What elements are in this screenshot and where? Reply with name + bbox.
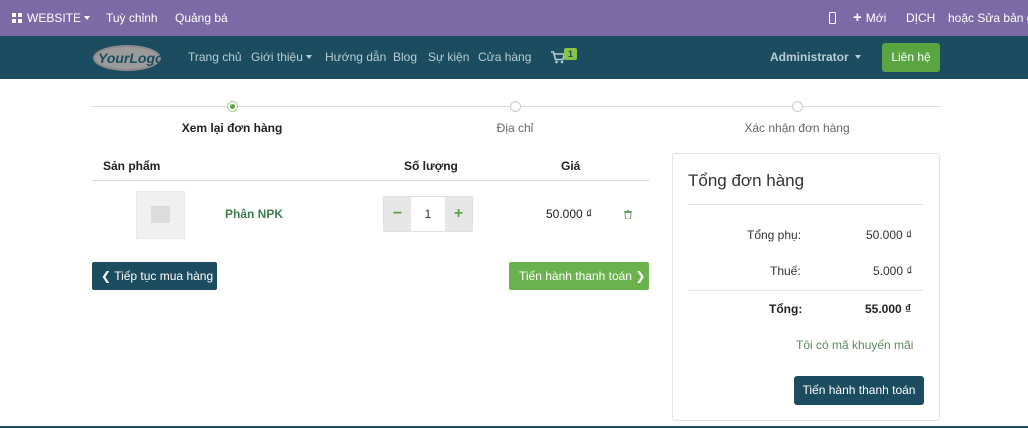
cart-count-badge: 1 [564, 48, 577, 60]
header-quantity: Số lượng [404, 159, 458, 173]
promote-menu[interactable]: Quảng bá [175, 0, 228, 36]
chevron-right-icon: ❯ [635, 269, 646, 283]
mobile-preview-button[interactable] [829, 0, 836, 36]
chevron-left-icon: ❮ [101, 269, 112, 283]
nav-home[interactable]: Trang chủ [188, 36, 242, 79]
user-name: Administrator [770, 50, 849, 64]
subtotal-value: 50.000 ₫ [866, 228, 913, 242]
quantity-input[interactable]: 1 [411, 197, 445, 231]
nav-about[interactable]: Giới thiệu [251, 36, 312, 79]
plus-icon: + [853, 9, 862, 26]
nav-about-label: Giới thiệu [251, 50, 303, 64]
tax-label: Thuế: [770, 264, 801, 278]
increase-quantity-button[interactable]: + [445, 197, 472, 231]
nav-shop[interactable]: Cửa hàng [478, 36, 531, 79]
nav-guide[interactable]: Hướng dẫn [325, 36, 386, 79]
new-button-label: Mới [865, 11, 887, 25]
summary-divider [688, 204, 923, 205]
total-divider [688, 290, 923, 291]
admin-bar: WEBSITE Tuỳ chỉnh Quảng bá + Mới DỊCH hoặ… [0, 0, 1028, 36]
translate-button[interactable]: DỊCH [906, 0, 935, 36]
caret-down-icon [84, 16, 91, 20]
logo-text: YourLogo [98, 50, 162, 66]
step-review-dot [227, 101, 238, 112]
customize-menu[interactable]: Tuỳ chỉnh [106, 0, 158, 36]
order-summary-title: Tổng đơn hàng [688, 171, 805, 190]
header-price: Giá [561, 159, 581, 173]
trash-icon[interactable] [624, 210, 632, 219]
user-menu[interactable]: Administrator [770, 36, 861, 79]
step-address-dot [510, 101, 521, 112]
new-button[interactable]: + Mới [853, 0, 886, 36]
product-thumbnail[interactable] [136, 191, 185, 239]
subtotal-label: Tổng phụ: [747, 228, 802, 242]
grid-icon [12, 13, 22, 23]
website-menu[interactable]: WEBSITE [12, 0, 91, 36]
caret-down-icon [854, 55, 861, 59]
header-product: Sản phẩm [103, 159, 161, 173]
total-label: Tổng: [769, 302, 803, 316]
nav-events[interactable]: Sự kiện [428, 36, 469, 79]
step-review-label: Xem lại đơn hàng [181, 121, 283, 135]
summary-checkout-button[interactable]: Tiến hành thanh toán [794, 376, 924, 405]
website-menu-label: WEBSITE [27, 11, 82, 25]
proceed-checkout-button[interactable]: Tiến hành thanh toán ❯ [509, 262, 649, 290]
logo[interactable]: YourLogo [92, 44, 162, 72]
cart-icon[interactable] [551, 51, 565, 64]
promo-code-link[interactable]: Tôi có mã khuyến mãi [796, 338, 913, 352]
contact-button[interactable]: Liên hệ [882, 43, 940, 72]
main-navbar: YourLogo Trang chủ Giới thiệu Hướng dẫn … [0, 36, 1028, 79]
edit-original-link[interactable]: hoặc Sửa bản gố [948, 0, 1028, 36]
caret-down-icon [305, 55, 312, 59]
step-confirm-dot [792, 101, 803, 112]
step-address-label: Địa chỉ [496, 121, 534, 135]
mobile-icon [829, 12, 836, 24]
nav-blog[interactable]: Blog [393, 36, 417, 79]
product-name-link[interactable]: Phân NPK [225, 207, 283, 221]
continue-shopping-button[interactable]: ❮ Tiếp tục mua hàng [92, 262, 217, 290]
proceed-checkout-label: Tiến hành thanh toán [519, 269, 632, 283]
continue-shopping-label: Tiếp tục mua hàng [114, 269, 214, 283]
decrease-quantity-button[interactable]: − [384, 197, 411, 231]
tax-value: 5.000 ₫ [873, 264, 913, 278]
quantity-stepper: − 1 + [383, 196, 473, 232]
product-price: 50.000 ₫ [546, 207, 593, 221]
total-value: 55.000 ₫ [865, 302, 912, 316]
table-header-divider [92, 180, 649, 181]
step-confirm-label: Xác nhận đơn hàng [744, 121, 850, 135]
